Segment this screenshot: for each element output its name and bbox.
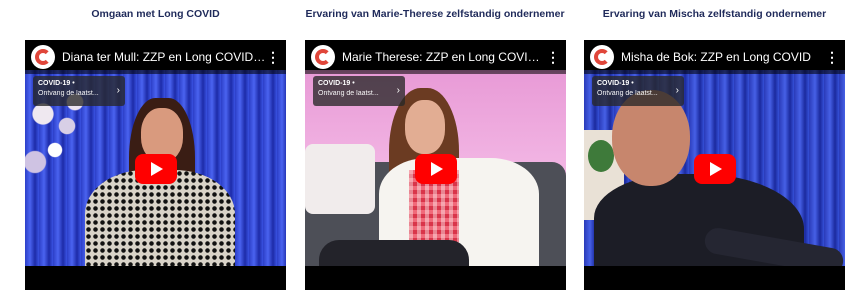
video-bottom-bar <box>584 266 845 290</box>
channel-logo-icon[interactable] <box>311 45 335 69</box>
video-topbar: Marie Therese: ZZP en Long COVID ... ⋮ <box>305 40 566 74</box>
video-title[interactable]: Misha de Bok: ZZP en Long COVID <box>621 50 825 64</box>
playlist-chip[interactable]: COVID-19 • Ontvang de laatst... › <box>592 76 684 106</box>
kebab-menu-icon[interactable]: ⋮ <box>266 48 280 66</box>
video-embed-3[interactable]: Misha de Bok: ZZP en Long COVID ⋮ COVID-… <box>584 40 845 290</box>
person-body <box>85 170 235 266</box>
person-legs <box>319 240 469 266</box>
video-embed-2[interactable]: Marie Therese: ZZP en Long COVID ... ⋮ C… <box>305 40 566 290</box>
kebab-menu-icon[interactable]: ⋮ <box>825 48 839 66</box>
section-heading-1: Omgaan met Long COVID <box>91 8 220 20</box>
person-face <box>405 100 445 154</box>
channel-logo-icon[interactable] <box>31 45 55 69</box>
video-embed-1[interactable]: Diana ter Mull: ZZP en Long COVID ... ⋮ … <box>25 40 286 290</box>
video-bottom-bar <box>25 266 286 290</box>
playlist-chip[interactable]: COVID-19 • Ontvang de laatst... › <box>313 76 405 106</box>
channel-logo-icon[interactable] <box>590 45 614 69</box>
section-heading-2: Ervaring van Marie-Therese zelfstandig o… <box>305 8 565 20</box>
chevron-right-icon: › <box>675 85 679 96</box>
youtube-play-icon[interactable] <box>415 154 457 184</box>
playlist-name: COVID-19 • <box>38 80 75 87</box>
video-topbar: Diana ter Mull: ZZP en Long COVID ... ⋮ <box>25 40 286 74</box>
section-heading-3: Ervaring van Mischa zelfstandig ondernem… <box>602 8 827 20</box>
video-bottom-bar <box>305 266 566 290</box>
video-topbar: Misha de Bok: ZZP en Long COVID ⋮ <box>584 40 845 74</box>
playlist-subtitle: Ontvang de laatst... <box>597 90 658 97</box>
playlist-subtitle: Ontvang de laatst... <box>38 90 99 97</box>
video-title[interactable]: Diana ter Mull: ZZP en Long COVID ... <box>62 50 266 64</box>
playlist-subtitle: Ontvang de laatst... <box>318 90 379 97</box>
playlist-chip[interactable]: COVID-19 • Ontvang de laatst... › <box>33 76 125 106</box>
playlist-name: COVID-19 • <box>597 80 634 87</box>
playlist-name: COVID-19 • <box>318 80 355 87</box>
youtube-play-icon[interactable] <box>135 154 177 184</box>
kebab-menu-icon[interactable]: ⋮ <box>546 48 560 66</box>
plant <box>588 140 614 172</box>
pillow <box>305 144 375 214</box>
youtube-play-icon[interactable] <box>694 154 736 184</box>
chevron-right-icon: › <box>396 85 400 96</box>
video-title[interactable]: Marie Therese: ZZP en Long COVID ... <box>342 50 546 64</box>
chevron-right-icon: › <box>116 85 120 96</box>
